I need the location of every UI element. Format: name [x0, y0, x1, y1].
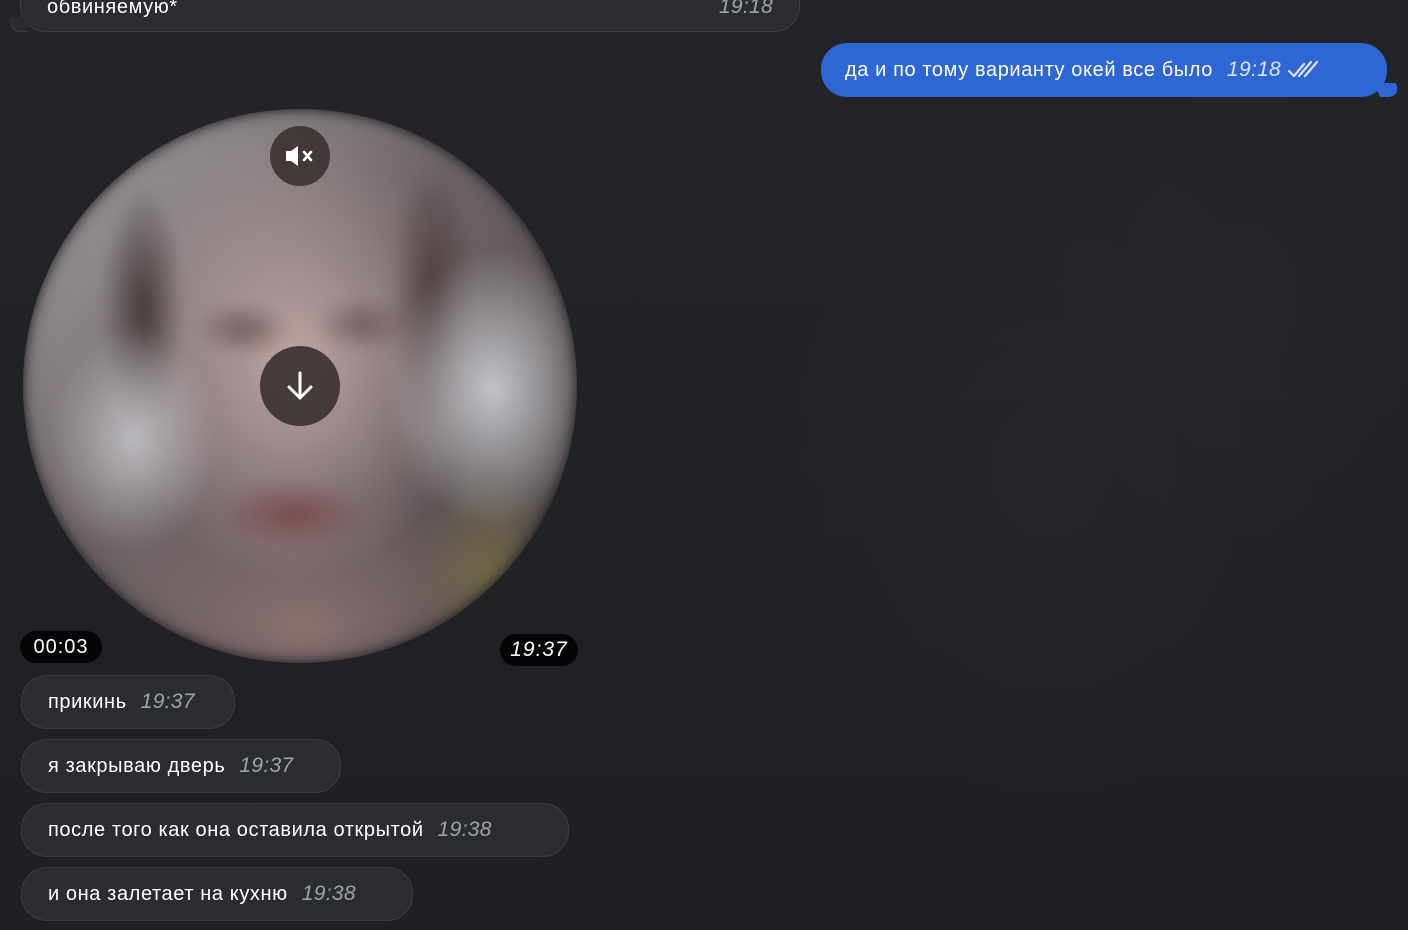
video-duration: 00:03	[20, 631, 102, 663]
message-time: 19:37	[239, 754, 294, 777]
message-time: 19:18	[1226, 58, 1282, 81]
message-time: 19:38	[437, 818, 492, 841]
message-time: 19:37	[140, 690, 195, 713]
double-check-icon	[1287, 60, 1319, 78]
arrow-down-icon	[287, 371, 313, 400]
incoming-message[interactable]: обвиняемую* 19:18	[6, 0, 800, 32]
message-text: я закрываю дверь	[48, 754, 226, 777]
message-time: 19:38	[301, 882, 356, 905]
download-button[interactable]	[260, 346, 340, 426]
incoming-message[interactable]: после того как она оставила открытой 19:…	[21, 803, 569, 857]
incoming-message[interactable]: и она залетает на кухню 19:38	[21, 867, 413, 921]
incoming-message[interactable]: прикинь 19:37	[21, 675, 235, 729]
message-text: прикинь	[48, 690, 127, 713]
message-text: обвиняемую*	[47, 0, 178, 18]
message-text: и она залетает на кухню	[48, 882, 288, 905]
speaker-muted-icon	[286, 146, 313, 166]
message-text: после того как она оставила открытой	[48, 818, 424, 841]
outgoing-message[interactable]: да и по тому варианту окей все было 19:1…	[821, 43, 1403, 97]
mute-toggle-button[interactable]	[270, 126, 330, 186]
message-time: 19:18	[718, 0, 773, 18]
message-text: да и по тому варианту окей все было	[845, 58, 1213, 81]
incoming-message[interactable]: я закрываю дверь 19:37	[21, 739, 341, 793]
video-time: 19:37	[500, 634, 578, 666]
